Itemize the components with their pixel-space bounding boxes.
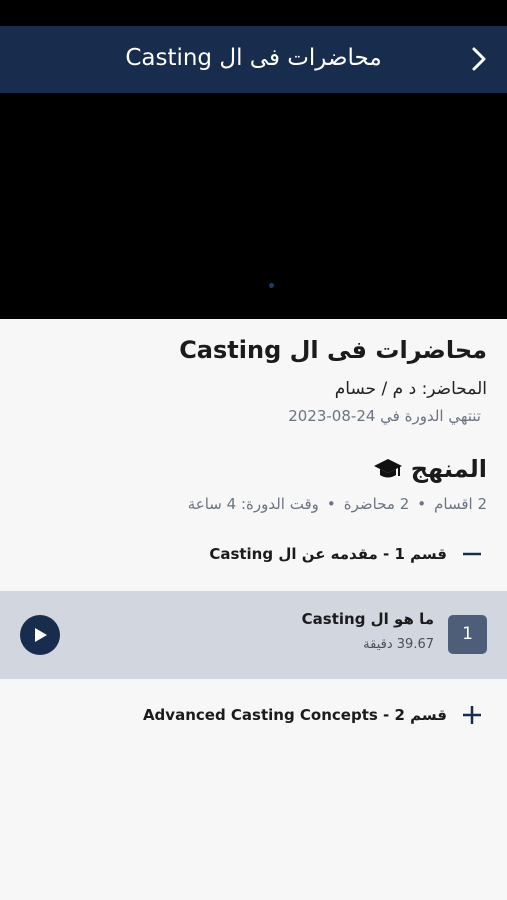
chevron-right-icon[interactable]: [467, 45, 491, 73]
stats-separator: •: [417, 495, 427, 513]
graduation-cap-icon: [373, 457, 403, 481]
status-bar: [0, 0, 507, 26]
stats-separator: •: [326, 495, 336, 513]
curriculum-label: المنهج: [410, 455, 487, 483]
app-bar-title: محاضرات فى ال Casting: [125, 45, 382, 71]
video-player[interactable]: [0, 93, 507, 319]
lecturer-name: المحاضر: د م / حسام: [334, 379, 487, 399]
app-bar: محاضرات فى ال Casting: [0, 26, 507, 93]
loading-spinner-icon: [269, 283, 274, 288]
curriculum-stats: 2 اقسام • 2 محاضرة • وقت الدورة: 4 ساعة: [20, 495, 487, 513]
sections-count: 2 اقسام: [434, 495, 487, 513]
lesson-row[interactable]: 1 ما هو ال Casting 39.67 دقيقة: [0, 591, 507, 679]
section-title: قسم 2 - Advanced Casting Concepts: [142, 706, 447, 724]
play-button[interactable]: [20, 615, 60, 655]
section-header-1[interactable]: قسم 1 - مقدمه عن ال Casting: [20, 539, 483, 569]
play-icon: [35, 628, 47, 642]
course-duration: وقت الدورة: 4 ساعة: [187, 495, 319, 513]
section-header-2[interactable]: قسم 2 - Advanced Casting Concepts: [20, 700, 483, 730]
lesson-title: ما هو ال Casting: [301, 610, 434, 628]
plus-icon[interactable]: [461, 704, 483, 726]
lectures-count: 2 محاضرة: [343, 495, 410, 513]
lesson-duration: 39.67 دقيقة: [363, 637, 434, 652]
section-title: قسم 1 - مقدمه عن ال Casting: [209, 545, 447, 563]
lesson-number-badge: 1: [448, 615, 487, 654]
minus-icon[interactable]: [461, 543, 483, 565]
course-title: محاضرات فى ال Casting: [179, 336, 487, 364]
curriculum-heading: المنهج: [373, 455, 487, 483]
course-end-date: تنتهي الدورة في 24-08-2023: [288, 407, 481, 425]
